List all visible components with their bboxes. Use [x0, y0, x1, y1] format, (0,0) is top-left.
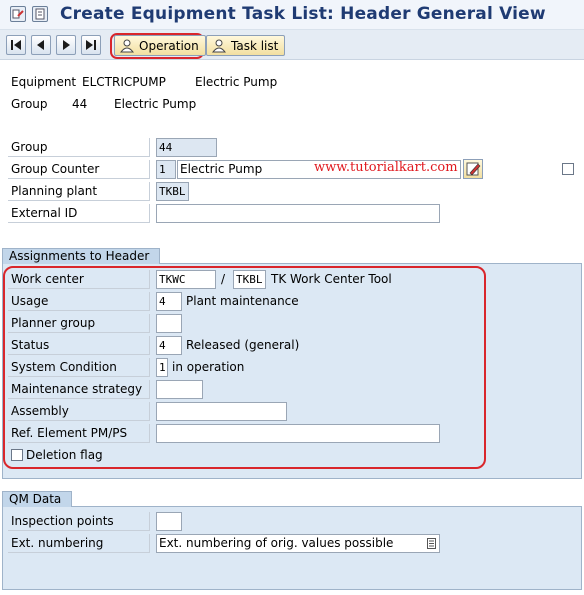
- first-page-button[interactable]: [6, 35, 26, 55]
- document-icon[interactable]: [32, 6, 48, 22]
- next-page-button[interactable]: [56, 35, 76, 55]
- work-center-plant-field[interactable]: TKBL: [233, 270, 266, 289]
- ref-element-field[interactable]: [156, 424, 440, 443]
- assignments-section-title: Assignments to Header: [2, 248, 161, 264]
- planner-group-label: Planner group: [8, 314, 150, 333]
- application-toolbar: Operation Task list: [0, 30, 584, 60]
- planner-group-field[interactable]: [156, 314, 182, 333]
- deletion-flag-label: Deletion flag: [26, 448, 103, 462]
- external-id-field[interactable]: [156, 204, 440, 223]
- title-bar: Create Equipment Task List: Header Gener…: [0, 0, 584, 30]
- equipment-description: Electric Pump: [195, 75, 278, 89]
- assembly-field[interactable]: [156, 402, 287, 421]
- display-change-icon[interactable]: [10, 6, 26, 22]
- work-center-label: Work center: [8, 270, 150, 289]
- dropdown-list-icon[interactable]: [427, 538, 436, 549]
- status-label: Status: [8, 336, 150, 355]
- task-list-label: Task list: [231, 38, 279, 53]
- ext-numbering-label: Ext. numbering: [8, 534, 150, 553]
- work-center-separator: /: [221, 272, 226, 286]
- status-field[interactable]: 4: [156, 336, 182, 355]
- page-title: Create Equipment Task List: Header Gener…: [60, 4, 546, 24]
- inspection-points-field[interactable]: [156, 512, 182, 531]
- qm-data-section-title: QM Data: [2, 491, 73, 507]
- system-condition-field[interactable]: 1: [156, 358, 168, 377]
- maintenance-strategy-label: Maintenance strategy: [8, 380, 150, 399]
- group-info-label: Group: [11, 97, 48, 111]
- group-info-id: 44: [72, 97, 88, 111]
- operation-label: Operation: [139, 38, 199, 53]
- inspection-points-label: Inspection points: [8, 512, 150, 531]
- previous-page-button[interactable]: [31, 35, 51, 55]
- external-id-label: External ID: [8, 204, 150, 223]
- group-label: Group: [8, 138, 150, 157]
- maintenance-strategy-field[interactable]: [156, 380, 203, 399]
- group-counter-field: 1: [156, 160, 176, 179]
- work-center-description: TK Work Center Tool: [271, 272, 392, 286]
- work-center-field[interactable]: TKWC: [156, 270, 216, 289]
- planning-plant-label: Planning plant: [8, 182, 150, 201]
- group-field: 44: [156, 138, 217, 157]
- operation-button[interactable]: Operation: [114, 35, 206, 56]
- group-counter-label: Group Counter: [8, 160, 150, 179]
- long-text-edit-icon[interactable]: [463, 159, 483, 179]
- header-checkbox[interactable]: [562, 163, 574, 175]
- person-icon: [211, 39, 227, 52]
- task-list-button[interactable]: Task list: [206, 35, 286, 56]
- person-icon: [119, 39, 135, 52]
- usage-field[interactable]: 4: [156, 292, 182, 311]
- ext-numbering-dropdown[interactable]: Ext. numbering of orig. values possible: [156, 534, 440, 553]
- system-condition-description: in operation: [172, 360, 245, 374]
- group-info-description: Electric Pump: [114, 97, 197, 111]
- planning-plant-field: TKBL: [156, 182, 189, 201]
- system-condition-label: System Condition: [8, 358, 150, 377]
- equipment-id: ELCTRICPUMP: [82, 75, 166, 89]
- last-page-button[interactable]: [81, 35, 101, 55]
- ref-element-label: Ref. Element PM/PS: [8, 424, 150, 443]
- deletion-flag-checkbox[interactable]: [11, 449, 23, 461]
- group-counter-description-text: Electric Pump: [180, 162, 263, 176]
- usage-label: Usage: [8, 292, 150, 311]
- usage-description: Plant maintenance: [186, 294, 299, 308]
- status-description: Released (general): [186, 338, 300, 352]
- watermark-text: www.tutorialkart.com: [314, 160, 458, 175]
- assembly-label: Assembly: [8, 402, 150, 421]
- equipment-label: Equipment: [11, 75, 77, 89]
- ext-numbering-selected-value: Ext. numbering of orig. values possible: [159, 536, 394, 550]
